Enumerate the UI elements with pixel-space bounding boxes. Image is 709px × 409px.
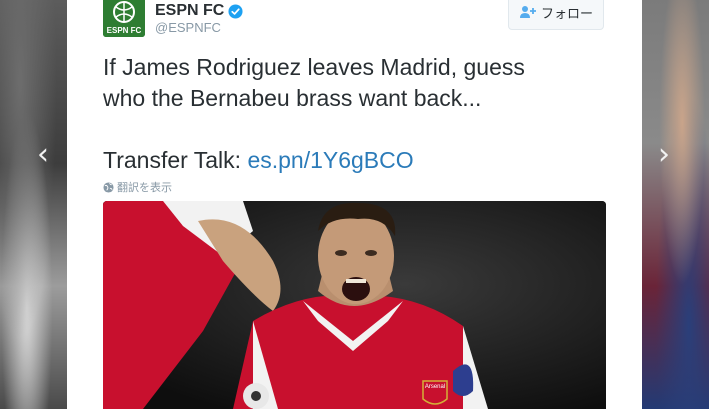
tweet-text-line-1: If James Rodriguez leaves Madrid, guess <box>103 54 525 80</box>
next-media-panel <box>642 0 709 409</box>
tweet-card: ESPN FC ESPN FC @ESPNFC フォロー If James Ro… <box>67 0 642 409</box>
tweet-text-spacer <box>103 114 603 145</box>
account-name-row: ESPN FC <box>155 2 243 20</box>
tweet-text-line-3: Transfer Talk: es.pn/1Y6gBCO <box>103 145 603 176</box>
crest-text: Arsenal <box>425 384 445 390</box>
globe-icon <box>103 181 114 193</box>
add-user-icon <box>519 6 536 18</box>
follow-label: フォロー <box>540 5 593 21</box>
tweet-text: If James Rodriguez leaves Madrid, guess … <box>103 52 603 176</box>
player-celebration-photo: Arsenal <box>103 201 606 409</box>
chevron-right-icon[interactable]: › <box>649 140 679 170</box>
verified-badge-icon <box>228 3 243 19</box>
chevron-left-icon[interactable]: ‹ <box>28 140 58 170</box>
tweet-text-prefix: Transfer Talk: <box>103 147 248 173</box>
tweet-photo[interactable]: Arsenal <box>103 201 606 409</box>
account-name[interactable]: ESPN FC <box>155 2 224 20</box>
tweet-text-line-2: who the Bernabeu brass want back... <box>103 85 482 111</box>
account-handle[interactable]: @ESPNFC <box>155 20 221 35</box>
translate-link[interactable]: 翻訳を表示 <box>103 179 172 195</box>
translate-label: 翻訳を表示 <box>117 182 172 194</box>
tweet-link[interactable]: es.pn/1Y6gBCO <box>247 147 413 173</box>
avatar[interactable]: ESPN FC <box>103 0 145 37</box>
previous-media-panel <box>0 0 67 409</box>
follow-button[interactable]: フォロー <box>508 0 604 30</box>
avatar-logo-text: ESPN FC <box>107 26 142 35</box>
